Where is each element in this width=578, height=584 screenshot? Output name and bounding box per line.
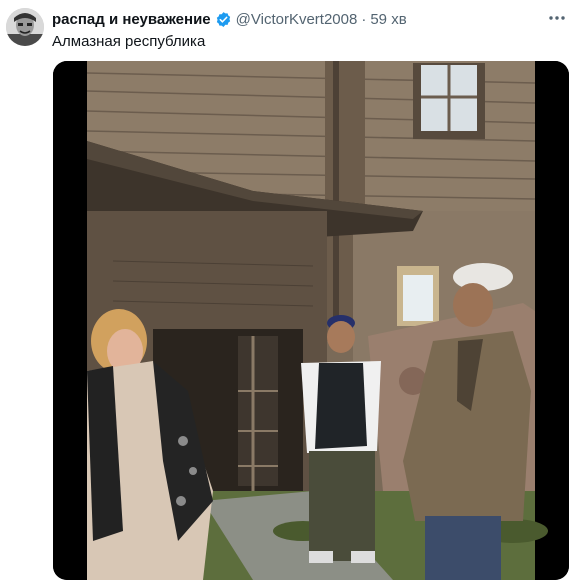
author-name[interactable]: распад и неуважение	[52, 11, 211, 28]
tweet-timestamp[interactable]: 59 хв	[370, 11, 406, 28]
header-separator: ·	[361, 10, 367, 28]
verified-badge-icon	[215, 11, 232, 28]
more-horizontal-icon[interactable]	[546, 8, 568, 28]
avatar[interactable]	[6, 8, 44, 46]
author-handle[interactable]: @VictorKvert2008	[236, 11, 358, 28]
tweet-header: распад и неуважение @VictorKvert2008 · 5…	[52, 10, 578, 28]
video-still	[53, 61, 569, 580]
tweet-media-video[interactable]	[53, 61, 569, 580]
tweet-text: Алмазная республика	[52, 33, 206, 50]
avatar-image	[6, 8, 44, 46]
